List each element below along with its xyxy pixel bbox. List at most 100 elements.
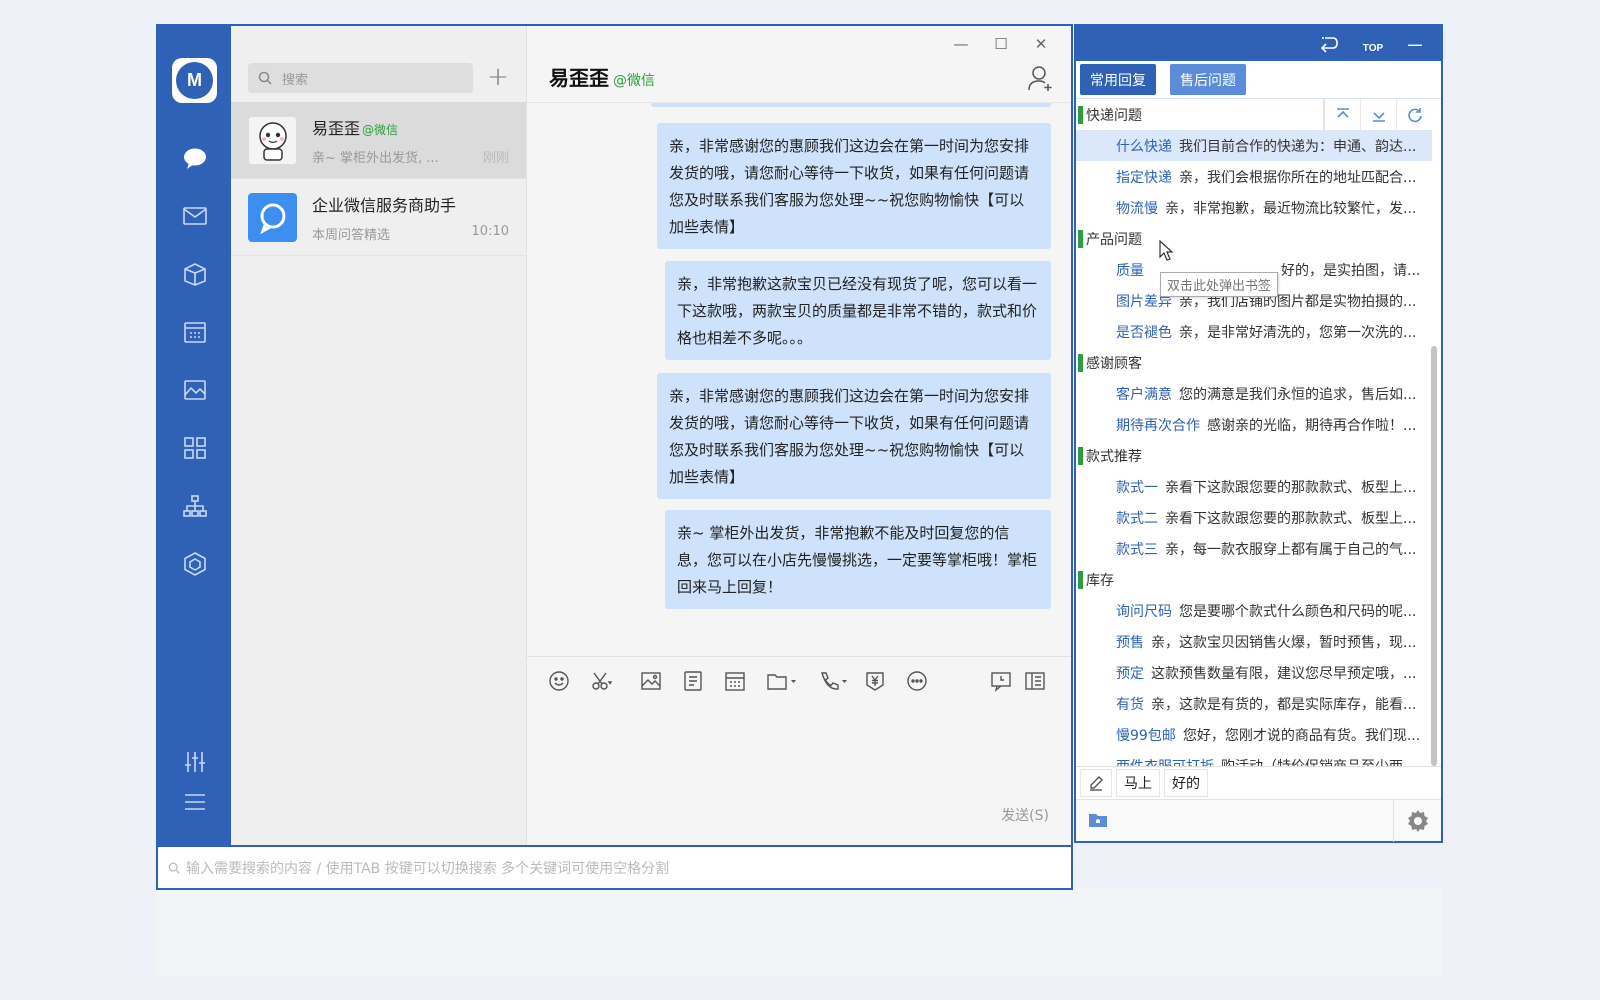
quick-reply-item[interactable]: 物流慢 亲，非常抱歉，最近物流比较繁忙，发... — [1076, 192, 1432, 223]
contact-tag: @微信 — [362, 122, 399, 137]
category-header[interactable]: 感谢顾客 — [1076, 347, 1432, 378]
background-window — [156, 888, 1442, 976]
reply-key: 指定快递 — [1116, 169, 1172, 186]
image-icon[interactable] — [181, 376, 209, 404]
reply-text: 亲看下这款跟您要的那款款式、板型上... — [1165, 479, 1417, 496]
reply-text: 亲，这款宝贝因销售火爆，暂时预售，现... — [1151, 634, 1417, 651]
send-button[interactable]: 发送(S) — [1001, 805, 1049, 825]
conversation-item-selected[interactable]: 易歪歪 @微信 亲~ 掌柜外出发货, ... 刚刚 — [231, 102, 526, 179]
reply-key: 询问尺码 — [1116, 603, 1172, 620]
apps-icon[interactable] — [181, 434, 209, 462]
message-bubble: 亲~ 掌柜外出发货，非常抱歉不能及时回复您的信息，您可以在小店先慢慢挑选，一定要… — [665, 510, 1051, 609]
minimize-button[interactable]: — — [941, 32, 981, 56]
last-message-preview: 本周问答精选 — [312, 227, 391, 243]
reply-key: 慢99包邮 — [1116, 727, 1176, 744]
reply-key: 两件衣服可打折 — [1116, 756, 1214, 767]
reply-text: 您是要哪个款式什么颜色和尺码的呢... — [1179, 603, 1417, 620]
quick-phrase[interactable]: 马上 — [1116, 768, 1160, 797]
reply-key: 款式一 — [1116, 479, 1158, 496]
quick-reply-item[interactable]: 什么快递 我们目前合作的快递为：申通、韵达... — [1076, 130, 1432, 161]
avatar — [248, 192, 297, 242]
chat-pane: 易歪歪 @微信 — ☐ ✕ 亲，非常感谢您的惠顾我们这边会在第一时间为您安排发货的… — [527, 26, 1071, 845]
chat-history-icon[interactable] — [989, 669, 1013, 693]
category-header[interactable]: 库存 — [1076, 564, 1432, 595]
menu-icon[interactable] — [181, 788, 209, 816]
quick-phrase[interactable]: 好的 — [1164, 768, 1208, 797]
quick-reply-item[interactable]: 指定快递 亲，我们会根据你所在的地址匹配合... — [1076, 161, 1432, 192]
close-button[interactable]: ✕ — [1021, 32, 1061, 56]
chat-title: 易歪歪 @微信 — [549, 62, 655, 91]
main-window: M 搜索 + 易歪歪 @微信 亲~ 掌柜外出发货, ... 刚刚 企业微信服务商… — [156, 24, 1073, 890]
conversation-list: 搜索 + 易歪歪 @微信 亲~ 掌柜外出发货, ... 刚刚 企业微信服务商助手 本… — [231, 26, 527, 845]
move-bottom-icon[interactable] — [1360, 99, 1396, 130]
quick-reply-item[interactable]: 是否褪色 亲，是非常好清洗的，您第一次洗的... — [1076, 316, 1432, 347]
gear-icon[interactable] — [1393, 800, 1441, 842]
phone-icon[interactable] — [817, 669, 851, 693]
org-chart-icon[interactable] — [181, 492, 209, 520]
calendar-icon[interactable] — [723, 669, 747, 693]
quick-reply-item[interactable]: 有货 亲，这款是有货的，都是实际库存，能看... — [1076, 688, 1432, 719]
undo-icon[interactable] — [1316, 32, 1342, 56]
reply-key: 物流慢 — [1116, 200, 1158, 217]
document-icon[interactable] — [681, 669, 705, 693]
panel-minimize-button[interactable]: — — [1402, 32, 1428, 56]
folder-icon[interactable] — [1088, 812, 1108, 828]
category-tools — [1323, 99, 1432, 130]
add-contact-icon[interactable] — [1027, 64, 1055, 92]
search-icon — [258, 71, 272, 85]
side-panel-icon[interactable] — [1023, 669, 1047, 693]
quick-reply-item[interactable]: 款式三 亲，每一款衣服穿上都有属于自己的气... — [1076, 533, 1432, 564]
emoji-icon[interactable] — [547, 669, 571, 693]
search-input[interactable]: 搜索 — [248, 63, 473, 93]
quick-reply-item[interactable]: 慢99包邮 您好，您刚才说的商品有货。我们现... — [1076, 719, 1432, 750]
scissors-icon[interactable] — [589, 669, 613, 693]
hexagon-icon[interactable] — [181, 550, 209, 578]
search-icon — [168, 862, 180, 874]
tab-common-replies[interactable]: 常用回复 — [1080, 64, 1156, 95]
quick-reply-item[interactable]: 两件衣服可打折购活动（特价促销商品至少两... — [1076, 750, 1432, 767]
refresh-icon[interactable] — [1396, 99, 1432, 130]
pin-top-button[interactable]: TOP — [1360, 32, 1386, 56]
money-icon[interactable] — [863, 669, 887, 693]
quick-reply-item[interactable]: 款式二 亲看下这款跟您要的那款款式、板型上... — [1076, 502, 1432, 533]
settings-sliders-icon[interactable] — [181, 748, 209, 776]
global-search-input[interactable]: 输入需要搜索的内容 / 使用TAB 按键可以切换搜索 多个关键词可使用空格分割 — [158, 845, 1071, 888]
quick-reply-item[interactable]: 预售 亲，这款宝贝因销售火爆，暂时预售，现... — [1076, 626, 1432, 657]
panel-footer — [1076, 799, 1441, 842]
category-header[interactable]: 快递问题 — [1076, 99, 1432, 130]
quick-reply-item[interactable]: 款式一 亲看下这款跟您要的那款款式、板型上... — [1076, 471, 1432, 502]
quick-phrase-bar: 马上 好的 — [1076, 766, 1441, 798]
maximize-button[interactable]: ☐ — [981, 32, 1021, 56]
quick-reply-item[interactable]: 客户满意 您的满意是我们永恒的追求，售后如... — [1076, 378, 1432, 409]
move-top-icon[interactable] — [1324, 99, 1360, 130]
quick-reply-item[interactable]: 预定 这款预售数量有限，建议您尽早预定哦，... — [1076, 657, 1432, 688]
tab-after-sales[interactable]: 售后问题 — [1170, 64, 1246, 95]
mail-icon[interactable] — [181, 202, 209, 230]
conversation-item[interactable]: 企业微信服务商助手 本周问答精选 10:10 — [231, 179, 526, 256]
last-message-preview: 亲~ 掌柜外出发货, ... — [312, 150, 439, 166]
quick-reply-item[interactable]: 询问尺码 您是要哪个款式什么颜色和尺码的呢... — [1076, 595, 1432, 626]
quick-reply-item[interactable]: 期待再次合作 感谢亲的光临，期待再合作啦！... — [1076, 409, 1432, 440]
add-button[interactable]: + — [483, 62, 513, 92]
edit-icon[interactable] — [1080, 768, 1112, 797]
category-header[interactable]: 款式推荐 — [1076, 440, 1432, 471]
message-bubble: 亲，非常感谢您的惠顾我们这边会在第一时间为您安排发货的哦，请您耐心等待一下收货，… — [657, 373, 1051, 499]
scrollbar[interactable] — [1431, 346, 1437, 766]
chat-icon[interactable] — [181, 144, 209, 172]
reply-text: 亲，每一款衣服穿上都有属于自己的气... — [1165, 541, 1417, 558]
reply-key: 有货 — [1116, 696, 1144, 713]
box-icon[interactable] — [181, 260, 209, 288]
category-header[interactable]: 产品问题 — [1076, 223, 1432, 254]
image-icon[interactable] — [639, 669, 663, 693]
folder-icon[interactable] — [765, 669, 799, 693]
chat-title-tag: @微信 — [613, 73, 655, 89]
app-logo[interactable]: M — [172, 58, 217, 103]
calendar-icon[interactable] — [181, 318, 209, 346]
last-message-time: 10:10 — [471, 223, 509, 239]
tooltip: 双击此处弹出书签 — [1160, 272, 1279, 297]
more-icon[interactable] — [905, 669, 929, 693]
message-input[interactable]: 发送(S) — [527, 702, 1071, 845]
reply-text: 我们目前合作的快递为：申通、韵达... — [1179, 138, 1417, 155]
logo-mark: M — [176, 62, 213, 99]
contact-name: 企业微信服务商助手 — [312, 195, 457, 215]
